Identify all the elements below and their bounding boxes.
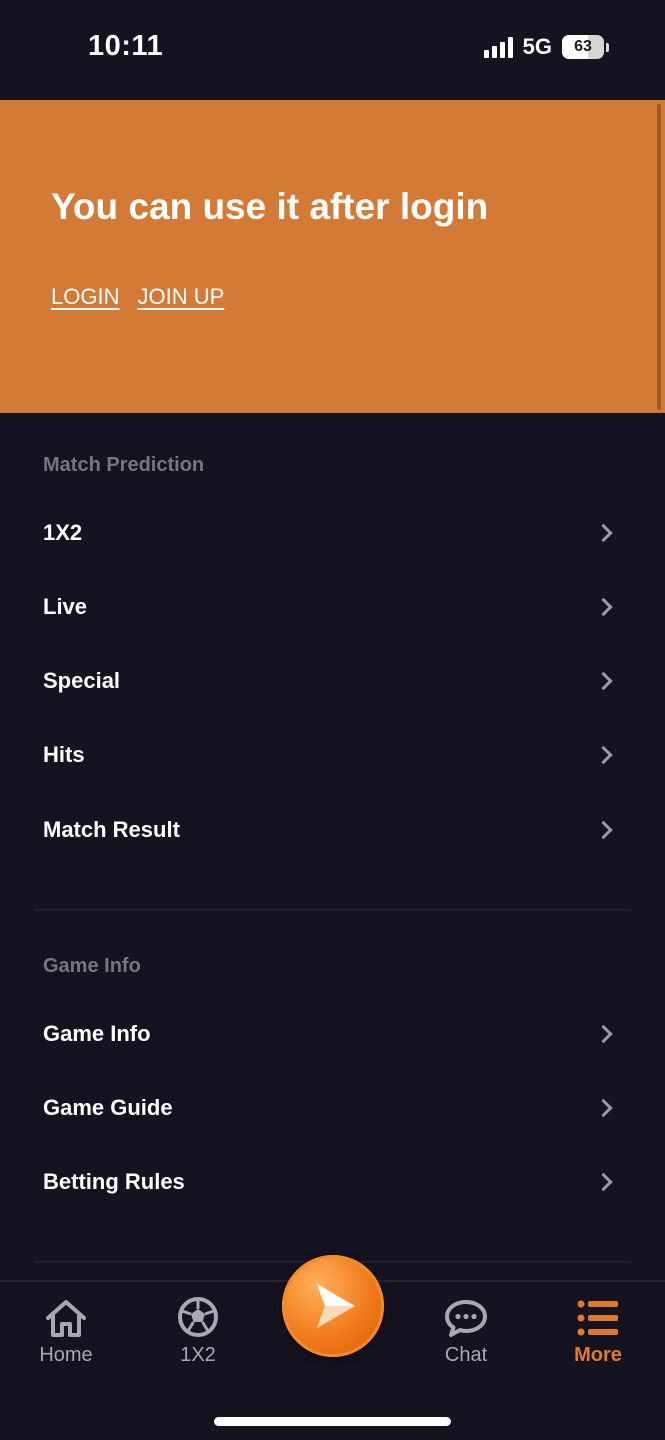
status-bar: 10:11 5G 63	[0, 0, 665, 100]
chevron-right-icon	[594, 671, 613, 691]
status-time: 10:11	[88, 30, 164, 62]
battery-level: 63	[574, 38, 592, 55]
battery-tip	[606, 42, 609, 52]
soccer-ball-icon	[178, 1297, 218, 1337]
network-type: 5G	[522, 34, 552, 59]
section-title-game-info: Game Info	[43, 955, 141, 977]
tab-label: Chat	[444, 1344, 488, 1366]
chevron-right-icon	[594, 1172, 613, 1192]
tab-1x2[interactable]: 1X2	[138, 1296, 258, 1367]
menu-item-betting-rules[interactable]: Betting Rules	[0, 1145, 665, 1219]
tab-more[interactable]: More	[538, 1298, 658, 1367]
menu-item-label: Betting Rules	[43, 1169, 185, 1194]
tab-label: Home	[39, 1344, 93, 1366]
section-title-match-prediction: Match Prediction	[43, 454, 205, 476]
tab-chat[interactable]: Chat	[406, 1298, 526, 1367]
scrollbar[interactable]	[657, 104, 661, 410]
menu-item-game-guide[interactable]: Game Guide	[0, 1071, 665, 1145]
menu-item-live[interactable]: Live	[0, 570, 665, 644]
menu-item-special[interactable]: Special	[0, 644, 665, 718]
chevron-right-icon	[594, 1098, 613, 1118]
battery-icon: 63	[562, 35, 604, 59]
menu-item-game-info[interactable]: Game Info	[0, 997, 665, 1071]
list-menu-icon	[577, 1300, 618, 1336]
menu-item-label: Live	[43, 594, 88, 619]
menu-item-label: Game Info	[43, 1021, 151, 1046]
join-up-link[interactable]: JOIN UP	[137, 284, 224, 310]
menu-item-label: 1X2	[43, 520, 83, 545]
play-icon	[317, 1284, 355, 1328]
menu-item-hits[interactable]: Hits	[0, 718, 665, 792]
home-icon	[46, 1300, 86, 1337]
login-link[interactable]: LOGIN	[51, 284, 119, 310]
tab-label: More	[574, 1344, 622, 1366]
chevron-right-icon	[594, 597, 613, 617]
banner-title: You can use it after login	[51, 186, 489, 227]
banner-links: LOGIN JOIN UP	[51, 284, 224, 310]
menu-item-label: Special	[43, 668, 121, 693]
menu-item-match-result[interactable]: Match Result	[0, 793, 665, 867]
tab-home[interactable]: Home	[6, 1298, 126, 1367]
play-button[interactable]	[282, 1255, 384, 1357]
chat-bubble-icon	[445, 1300, 487, 1337]
menu-item-label: Match Result	[43, 817, 180, 842]
menu-item-label: Game Guide	[43, 1095, 173, 1120]
chevron-right-icon	[594, 745, 613, 765]
menu-item-1x2[interactable]: 1X2	[0, 496, 665, 570]
chevron-right-icon	[594, 523, 613, 543]
home-indicator[interactable]	[214, 1417, 451, 1426]
menu-item-label: Hits	[43, 742, 85, 767]
tab-label: 1X2	[180, 1344, 216, 1366]
login-banner	[0, 100, 665, 413]
chevron-right-icon	[594, 820, 613, 840]
chevron-right-icon	[594, 1024, 613, 1044]
section-divider	[34, 909, 631, 911]
cellular-signal-icon	[483, 36, 513, 58]
status-indicators: 5G 63	[483, 34, 609, 60]
